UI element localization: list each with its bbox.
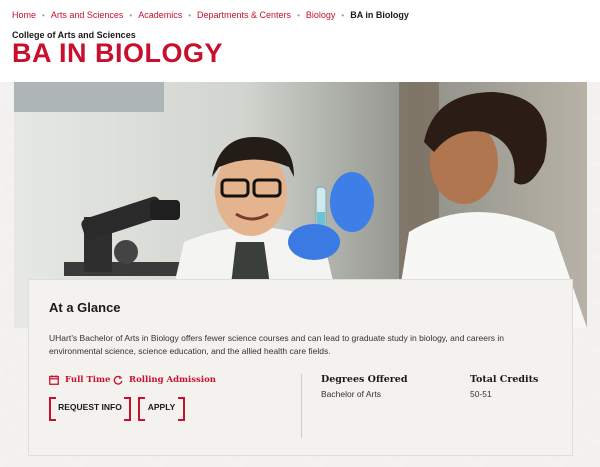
degrees-offered-value: Bachelor of Arts [321, 389, 382, 399]
breadcrumb-departments[interactable]: Departments & Centers [197, 10, 291, 20]
total-credits-label: Total Credits [470, 374, 539, 385]
request-info-label: REQUEST INFO [58, 402, 122, 412]
page-header: Home • Arts and Sciences • Academics • D… [0, 0, 600, 82]
breadcrumb: Home • Arts and Sciences • Academics • D… [12, 10, 409, 20]
calendar-icon [49, 375, 59, 385]
feature-full-time-label: Full Time [65, 375, 111, 385]
breadcrumb-biology[interactable]: Biology [306, 10, 336, 20]
page-title: BA IN BIOLOGY [12, 38, 224, 68]
feature-rolling-admission: Rolling Admission [113, 375, 216, 385]
feature-full-time: Full Time [49, 375, 110, 385]
breadcrumb-separator: • [341, 10, 345, 20]
breadcrumb-current: BA in Biology [350, 10, 409, 20]
at-a-glance-heading: At a Glance [49, 300, 121, 315]
apply-label: APPLY [147, 402, 176, 412]
feature-rolling-admission-label: Rolling Admission [129, 375, 216, 385]
breadcrumb-separator: • [297, 10, 300, 20]
at-a-glance-card: At a Glance UHart’s Bachelor of Arts in … [28, 279, 573, 456]
breadcrumb-arts-and-sciences[interactable]: Arts and Sciences [51, 10, 124, 20]
program-description: UHart’s Bachelor of Arts in Biology offe… [49, 333, 504, 356]
breadcrumb-home[interactable]: Home [12, 10, 36, 20]
breadcrumb-academics[interactable]: Academics [138, 10, 182, 20]
total-credits-value: 50-51 [470, 389, 492, 399]
breadcrumb-separator: • [188, 10, 192, 20]
breadcrumb-separator: • [42, 10, 45, 20]
apply-button[interactable]: APPLY [138, 397, 185, 421]
card-divider [301, 374, 302, 438]
degrees-offered-label: Degrees Offered [321, 374, 408, 385]
breadcrumb-separator: • [129, 10, 133, 20]
request-info-button[interactable]: REQUEST INFO [49, 397, 131, 421]
refresh-icon [113, 375, 123, 385]
